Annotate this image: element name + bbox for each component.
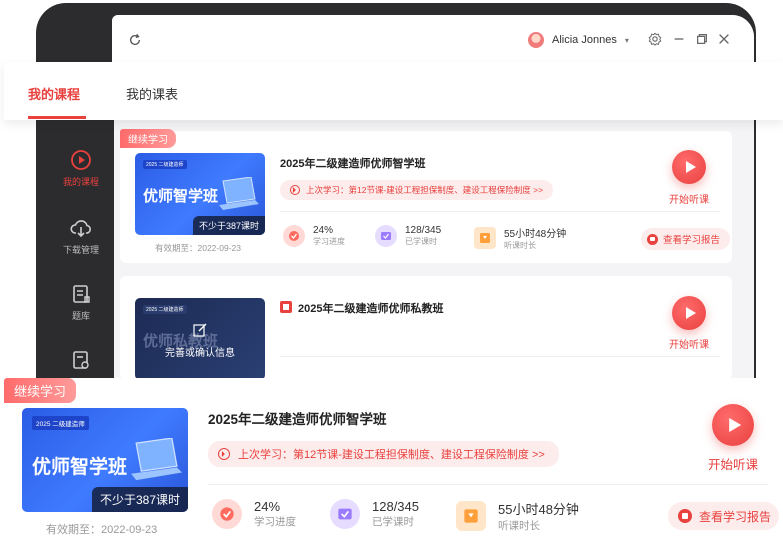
- play-button[interactable]: [672, 296, 706, 330]
- sidebar-item-downloads[interactable]: 下载管理: [48, 216, 114, 256]
- chevron-down-icon: ▾: [624, 35, 629, 45]
- play-circle-icon: [71, 150, 91, 170]
- tab-bar: 我的课程 我的课表: [4, 62, 783, 120]
- zoomed-course-card: 继续学习 2025 二级建造师 优师智学班 不少于387课时 有效期至：2022…: [0, 378, 783, 549]
- tab-my-courses[interactable]: 我的课程: [28, 84, 80, 103]
- last-learn-link[interactable]: 上次学习：第12节课-建设工程担保制度、建设工程保险制度 >>: [280, 180, 554, 200]
- valid-until: 有效期至：2022-09-23: [46, 524, 158, 536]
- stat-lessons: 128/345 已学课时: [330, 499, 419, 529]
- stat-value: 128/345: [405, 225, 442, 236]
- avatar: [528, 32, 544, 48]
- question-bank-icon: [73, 285, 90, 303]
- private-course-icon: [280, 301, 292, 313]
- stat-value: 55小时48分钟: [498, 502, 579, 517]
- play-button[interactable]: [672, 150, 706, 184]
- report-button[interactable]: 查看学习报告: [641, 228, 731, 250]
- report-label: 查看学习报告: [699, 509, 772, 524]
- report-icon: [678, 509, 692, 523]
- settings-icon[interactable]: [648, 32, 662, 46]
- stat-label: 听课时长: [498, 520, 540, 532]
- report-icon: [647, 233, 658, 245]
- course-cover[interactable]: 2025 二级建造师 优师智学班 不少于387课时: [22, 408, 188, 512]
- title-bar: Alicia Jonnes ▾: [112, 15, 754, 63]
- laptop-icon: [219, 177, 259, 210]
- progress-icon: [283, 225, 305, 247]
- cover-overlay-text[interactable]: 完善或确认信息: [165, 344, 235, 359]
- sidebar-item-label: 题库: [71, 311, 90, 321]
- play-label[interactable]: 开始听课: [660, 191, 718, 206]
- divider: [280, 211, 720, 212]
- duration-icon: [456, 501, 486, 531]
- stat-duration: 55小时48分钟 听课时长: [474, 225, 566, 251]
- continue-badge: 继续学习: [120, 129, 176, 148]
- last-learn-text: 上次学习：第12节课-建设工程担保制度、建设工程保险制度 >>: [306, 185, 544, 195]
- cover-title: 优师智学班: [143, 188, 219, 205]
- laptop-icon: [131, 438, 182, 481]
- stat-value: 24%: [254, 499, 281, 514]
- cover-title: 优师智学班: [32, 457, 128, 478]
- sidebar-item-records[interactable]: [48, 348, 114, 375]
- stat-lessons: 128/345 已学课时: [375, 225, 441, 247]
- divider: [280, 356, 720, 357]
- lessons-icon: [330, 499, 360, 529]
- course-card: 2025 二级建造师 优师私教班 完善或确认信息 2025年二级建造师优师私教班…: [120, 276, 732, 380]
- stat-label: 已学课时: [372, 516, 414, 528]
- restore-icon[interactable]: [695, 32, 709, 46]
- progress-icon: [212, 499, 242, 529]
- course-title: 2025年二级建造师优师智学班: [208, 412, 387, 427]
- cover-small-label: 2025 二级建造师: [143, 305, 187, 314]
- minimize-icon[interactable]: [672, 32, 686, 46]
- duration-icon: [474, 227, 496, 249]
- stat-label: 学习进度: [254, 516, 296, 528]
- last-learn-text: 上次学习：第12节课-建设工程担保制度、建设工程保险制度 >>: [238, 449, 545, 461]
- lessons-icon: [375, 225, 397, 247]
- active-tab-indicator: [28, 116, 86, 119]
- user-name: Alicia Jonnes: [552, 34, 617, 46]
- records-icon: [73, 351, 89, 369]
- stat-duration: 55小时48分钟 听课时长: [456, 499, 579, 533]
- sidebar: 我的课程 下载管理 题库: [48, 118, 114, 380]
- refresh-icon[interactable]: [128, 33, 142, 47]
- stat-progress: 24% 学习进度: [283, 225, 345, 247]
- stat-label: 已学课时: [405, 237, 437, 246]
- valid-until: 有效期至：2022-09-23: [155, 243, 241, 253]
- sidebar-item-label: 下载管理: [62, 245, 99, 255]
- cover-hours: 不少于387课时: [192, 216, 265, 235]
- sidebar-item-question-bank[interactable]: 题库: [48, 282, 114, 322]
- cover-small-label: 2025 二级建造师: [143, 160, 187, 169]
- stat-progress: 24% 学习进度: [212, 499, 296, 529]
- sidebar-item-label: 我的课程: [62, 177, 99, 187]
- play-button[interactable]: [712, 404, 754, 446]
- cover-hours: 不少于387课时: [91, 487, 188, 512]
- divider: [208, 484, 768, 485]
- course-card: 继续学习 2025 二级建造师 优师智学班 不少于387课时 有效期至：2022…: [120, 129, 732, 263]
- sidebar-item-my-courses[interactable]: 我的课程: [48, 148, 114, 188]
- course-title: 2025年二级建造师优师智学班: [280, 158, 426, 170]
- cloud-download-icon: [70, 220, 91, 238]
- play-label[interactable]: 开始听课: [700, 454, 766, 473]
- tab-my-schedule[interactable]: 我的课表: [126, 84, 178, 103]
- report-button[interactable]: 查看学习报告: [668, 502, 780, 530]
- report-label: 查看学习报告: [663, 235, 721, 246]
- continue-badge: 继续学习: [4, 378, 77, 403]
- stat-value: 24%: [313, 225, 334, 236]
- play-label[interactable]: 开始听课: [660, 336, 718, 351]
- close-icon[interactable]: [717, 32, 731, 46]
- edit-icon: [193, 323, 207, 337]
- play-small-icon: [218, 448, 230, 460]
- course-cover[interactable]: 2025 二级建造师 优师私教班 完善或确认信息: [135, 298, 265, 380]
- cover-small-label: 2025 二级建造师: [32, 416, 89, 430]
- last-learn-link[interactable]: 上次学习：第12节课-建设工程担保制度、建设工程保险制度 >>: [208, 441, 559, 467]
- stat-value: 128/345: [372, 499, 419, 514]
- stat-value: 55小时48分钟: [504, 229, 567, 240]
- course-title: 2025年二级建造师优师私教班: [298, 303, 444, 315]
- stat-label: 学习进度: [313, 237, 345, 246]
- play-small-icon: [290, 185, 300, 195]
- stat-label: 听课时长: [504, 241, 536, 250]
- user-menu[interactable]: Alicia Jonnes ▾: [528, 32, 629, 48]
- course-cover[interactable]: 2025 二级建造师 优师智学班 不少于387课时: [135, 153, 265, 235]
